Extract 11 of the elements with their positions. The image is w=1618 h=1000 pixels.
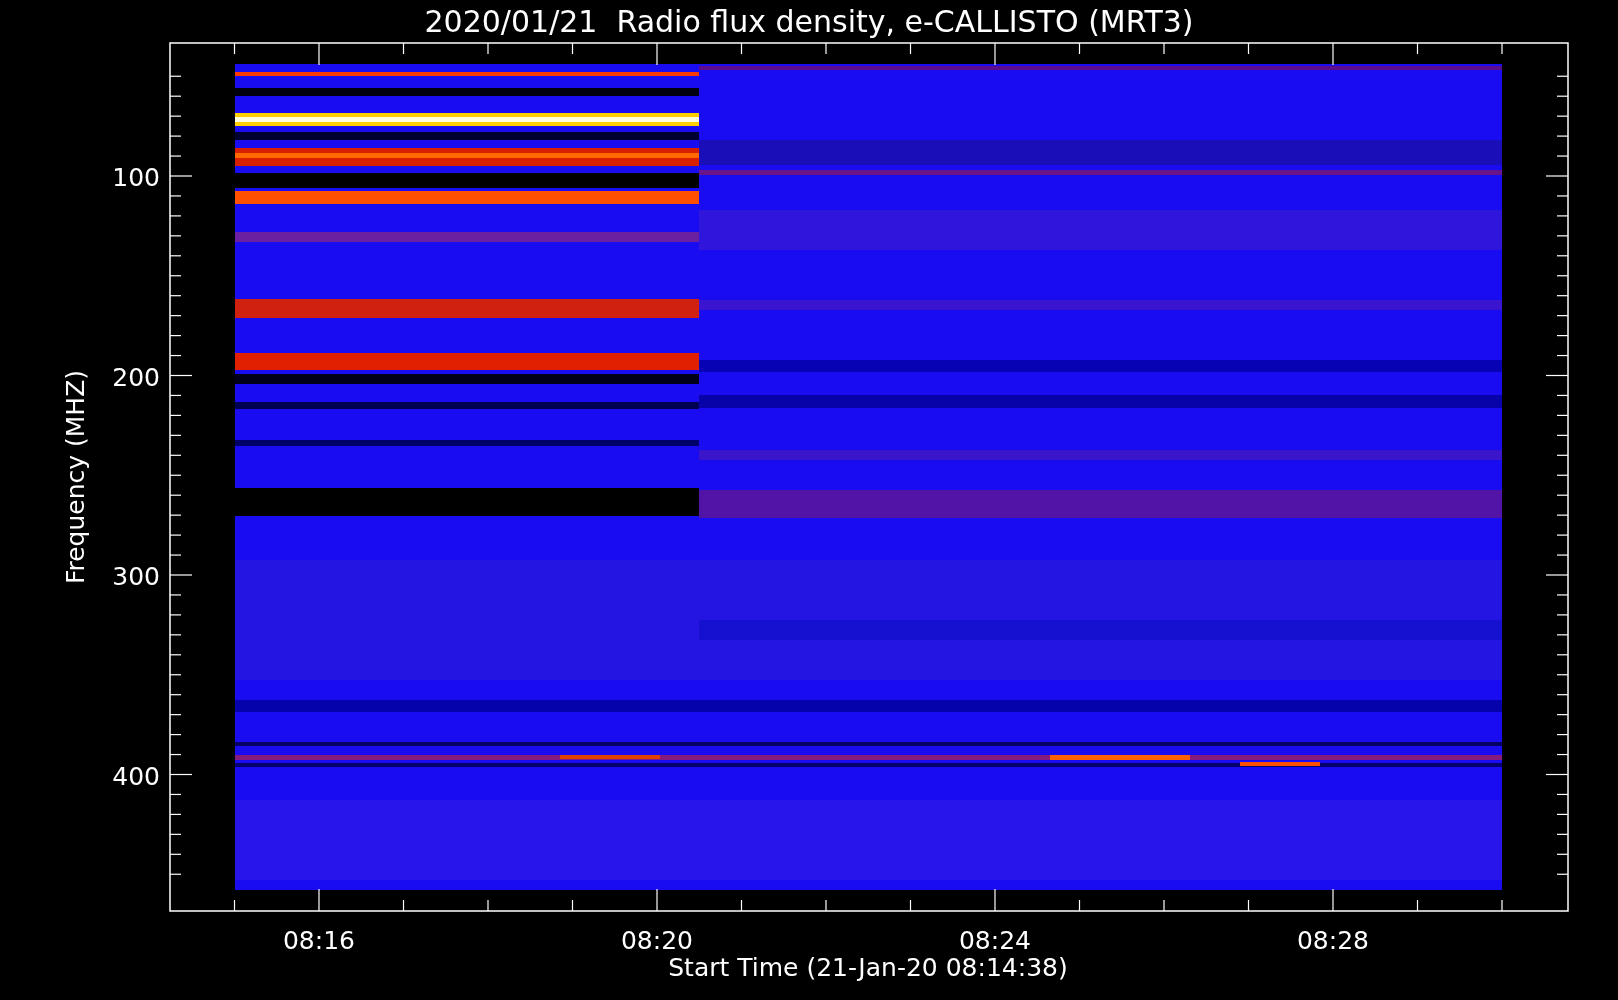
- y-tick-label: 300: [112, 562, 160, 591]
- y-tick-label: 400: [112, 761, 160, 791]
- x-tick-label: 08:20: [621, 926, 693, 955]
- y-tick-label: 100: [112, 163, 160, 192]
- x-tick-label: 08:16: [283, 926, 355, 955]
- x-tick-label: 08:28: [1297, 926, 1369, 955]
- x-axis-title: Start Time (21-Jan-20 08:14:38): [668, 953, 1068, 982]
- chart-title: 2020/01/21 Radio flux density, e-CALLISTO (MRT3): [424, 4, 1194, 39]
- x-tick-label: 08:24: [959, 926, 1031, 955]
- y-axis-title: Frequency (MHZ): [61, 369, 90, 585]
- y-tick-label: 200: [112, 362, 160, 392]
